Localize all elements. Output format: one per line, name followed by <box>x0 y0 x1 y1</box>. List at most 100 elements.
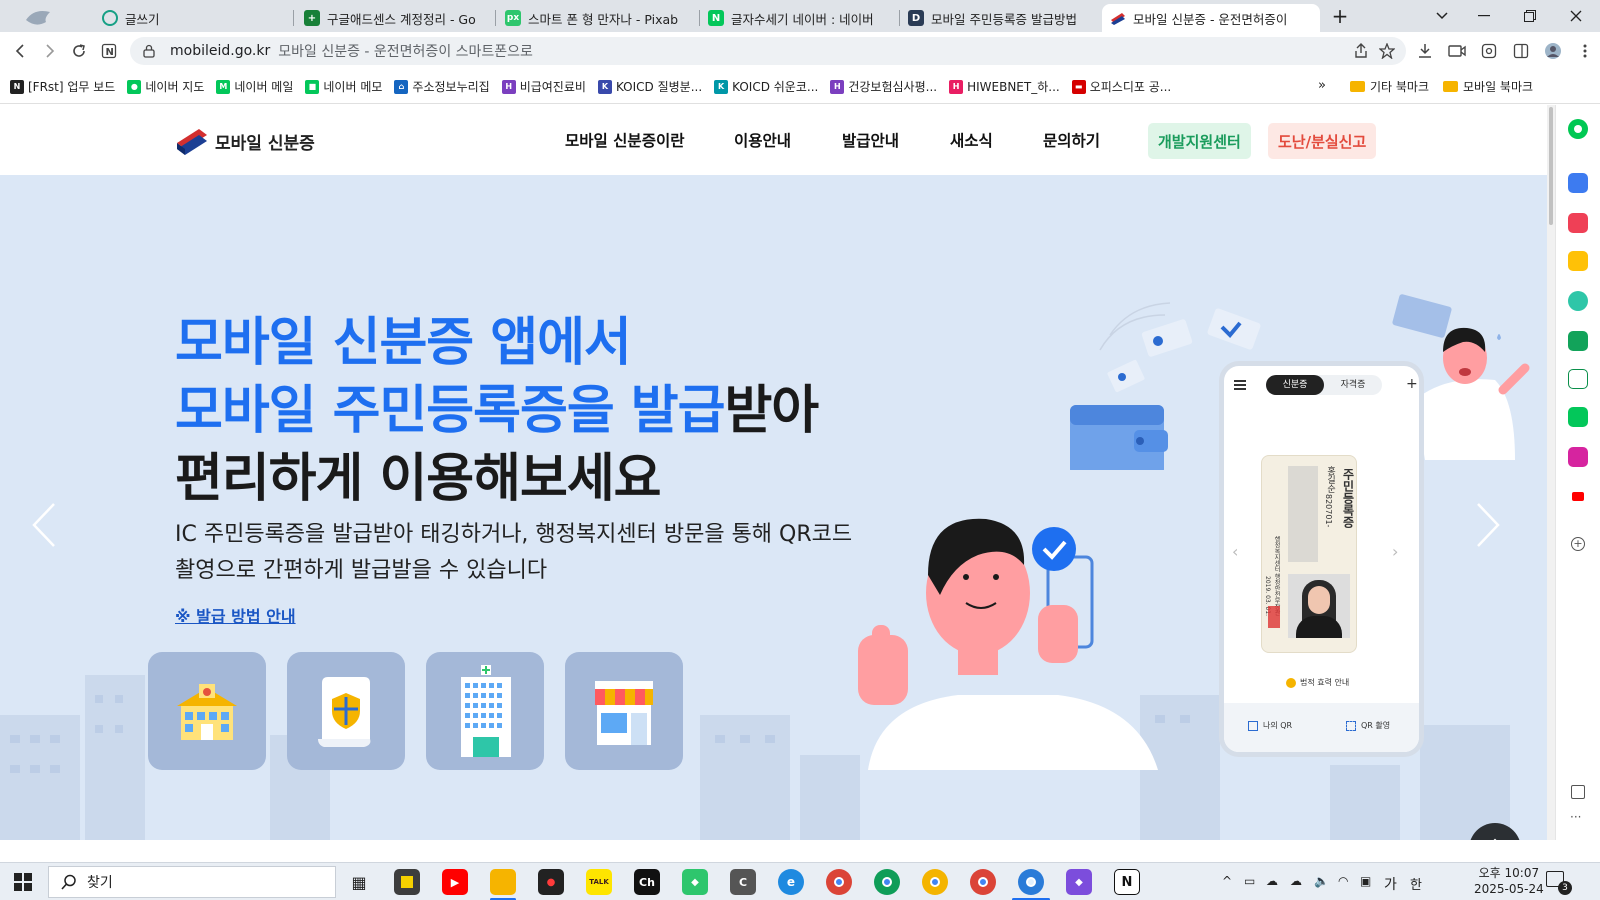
chrome-icon[interactable] <box>826 869 852 895</box>
windows-start-icon[interactable] <box>14 873 32 891</box>
bookmark-7[interactable]: K KOICD 쉬운코... <box>714 78 818 95</box>
tab-4[interactable]: D 모바일 주민등록증 발급방법 <box>900 4 1100 32</box>
cast-icon[interactable] <box>1448 42 1466 60</box>
minimize-button[interactable] <box>1470 4 1498 28</box>
chrome-active-icon[interactable] <box>1018 869 1044 895</box>
phone-tab-license[interactable]: 자격증 <box>1324 375 1382 395</box>
chrome-icon[interactable] <box>922 869 948 895</box>
chrome-icon[interactable] <box>874 869 900 895</box>
bookmark-9[interactable]: H HIWEBNET_하... <box>949 78 1060 95</box>
bookmark-10[interactable]: ▬ 오피스디포 공... <box>1071 78 1171 95</box>
display-icon[interactable]: ▣ <box>1360 874 1371 888</box>
reload-button[interactable] <box>66 38 92 64</box>
3d-app-icon[interactable]: ◆ <box>682 869 708 895</box>
naver-webtoon-icon[interactable] <box>1568 407 1588 427</box>
address-bar[interactable]: mobileid.go.kr 모바일 신분증 - 운전면허증이 스마트폰으로 <box>130 37 1406 65</box>
browser-menu-icon[interactable] <box>1576 42 1594 60</box>
new-tab-button[interactable]: + <box>1326 4 1354 28</box>
wifi-icon[interactable]: ◠ <box>1338 874 1348 888</box>
card-next-arrow-icon[interactable]: › <box>1392 542 1398 561</box>
onedrive-icon[interactable]: ☁ <box>1290 874 1302 888</box>
bookmark-8[interactable]: H 건강보험심사평... <box>830 78 937 95</box>
file-explorer-icon[interactable] <box>490 869 516 895</box>
page-scrollbar[interactable] <box>1547 105 1555 840</box>
close-window-button[interactable] <box>1562 4 1590 28</box>
pocket-icon[interactable] <box>1568 213 1588 233</box>
nav-issuance-guide[interactable]: 발급안내 <box>842 129 899 151</box>
outlook-icon[interactable] <box>1568 173 1588 193</box>
cloud-off-icon[interactable]: ☁ <box>1266 874 1278 888</box>
side-panel-icon[interactable] <box>1512 42 1530 60</box>
more-options-icon[interactable]: ··· <box>1570 811 1586 823</box>
forward-button[interactable] <box>36 38 62 64</box>
c-app-icon[interactable]: C <box>730 869 756 895</box>
tab-1[interactable]: + 구글애드센스 계정정리 - Go <box>296 4 492 32</box>
taskbar-search-box[interactable]: 찾기 <box>48 866 336 898</box>
green-app-icon[interactable] <box>1568 331 1588 351</box>
scrollbar-thumb[interactable] <box>1549 107 1553 225</box>
carousel-prev-arrow-icon[interactable] <box>26 500 62 550</box>
ime-language-indicator[interactable]: 한 <box>1410 874 1422 893</box>
add-panel-icon[interactable]: + <box>1571 537 1585 551</box>
copilot-icon[interactable] <box>1568 119 1588 139</box>
bookmark-star-icon[interactable] <box>1378 42 1396 60</box>
youtube-icon[interactable] <box>1568 487 1588 507</box>
volume-muted-icon[interactable]: 🔈 <box>1314 874 1329 888</box>
bookmark-6[interactable]: K KOICD 질병분... <box>597 78 702 95</box>
phone-tab-id[interactable]: 신분증 <box>1266 375 1324 395</box>
download-icon[interactable] <box>1416 42 1434 60</box>
system-clock[interactable]: 오후 10:07 2025-05-24 <box>1474 865 1544 897</box>
nav-news[interactable]: 새소식 <box>950 129 993 151</box>
kakaotalk-icon[interactable]: TALK <box>586 869 612 895</box>
restore-button[interactable] <box>1516 4 1544 28</box>
issuance-guide-link[interactable]: ※ 발급 방법 안내 <box>175 603 296 627</box>
tab-2[interactable]: px 스마트 폰 형 만자나 - Pixab <box>497 4 697 32</box>
recorder-icon[interactable]: ● <box>538 869 564 895</box>
notion-taskbar-icon[interactable]: N <box>1114 869 1140 895</box>
tab-0[interactable]: 글쓰기 <box>94 4 290 32</box>
card-prev-arrow-icon[interactable]: ‹ <box>1232 542 1238 561</box>
chrome-icon[interactable] <box>970 869 996 895</box>
carousel-next-arrow-icon[interactable] <box>1470 500 1506 550</box>
bookmark-1[interactable]: ● 네이버 지도 <box>127 78 204 95</box>
my-qr-button[interactable]: 나의 QR <box>1248 720 1292 731</box>
instagram-icon[interactable] <box>1568 447 1588 467</box>
bookmark-0[interactable]: N [FRst] 업무 보드 <box>10 78 115 95</box>
bookmark-folder-mobile[interactable]: 모바일 북마크 <box>1443 78 1533 95</box>
back-button[interactable] <box>8 38 34 64</box>
drive-icon[interactable] <box>1568 291 1588 311</box>
nav-usage-guide[interactable]: 이용안내 <box>734 129 791 151</box>
tray-overflow-chevron-icon[interactable]: ^ <box>1222 874 1232 888</box>
ime-mode-indicator[interactable]: 가 <box>1384 874 1397 894</box>
obsidian-icon[interactable]: ◆ <box>1066 869 1092 895</box>
tab-search-chevron-icon[interactable] <box>1428 4 1456 28</box>
legal-notice[interactable]: 법적 효력 안내 <box>1286 677 1349 688</box>
lost-report-button[interactable]: 도난/분실신고 <box>1268 123 1377 159</box>
channel-icon[interactable]: Ch <box>634 869 660 895</box>
open-external-icon[interactable] <box>1571 785 1585 799</box>
battery-icon[interactable]: ▭ <box>1244 874 1255 888</box>
site-info-icon[interactable] <box>142 44 156 58</box>
qr-scan-button[interactable]: QR 촬영 <box>1346 720 1390 731</box>
task-view-icon[interactable]: ▦ <box>346 869 372 895</box>
edge-icon[interactable]: e <box>778 869 804 895</box>
bookmark-3[interactable]: ■ 네이버 메모 <box>305 78 382 95</box>
tab-5-active[interactable]: 모바일 신분증 - 운전면허증이 <box>1102 4 1320 32</box>
notion-extension-icon[interactable]: N <box>96 38 122 64</box>
bookmark-5[interactable]: H 비급여진료비 <box>501 78 586 95</box>
nav-about[interactable]: 모바일 신분증이란 <box>565 129 684 151</box>
screenshot-icon[interactable] <box>1480 42 1498 60</box>
profile-avatar-icon[interactable] <box>1544 42 1562 60</box>
stocks-icon[interactable] <box>1568 369 1588 389</box>
star-app-icon[interactable] <box>1568 251 1588 271</box>
bookmark-2[interactable]: M 네이버 메일 <box>216 78 293 95</box>
tab-3[interactable]: N 글자수세기 네이버 : 네이버 <box>700 4 898 32</box>
dev-center-button[interactable]: 개발지원센터 <box>1148 123 1251 159</box>
bookmarks-overflow-button[interactable]: » <box>1318 78 1326 93</box>
bookmark-4[interactable]: ⌂ 주소정보누리집 <box>394 78 490 95</box>
nav-contact[interactable]: 문의하기 <box>1043 129 1100 151</box>
bookmark-folder-other[interactable]: 기타 북마크 <box>1350 78 1429 95</box>
youtube-taskbar-icon[interactable]: ▶ <box>442 869 468 895</box>
sticky-notes-icon[interactable] <box>394 869 420 895</box>
share-icon[interactable] <box>1352 42 1370 60</box>
